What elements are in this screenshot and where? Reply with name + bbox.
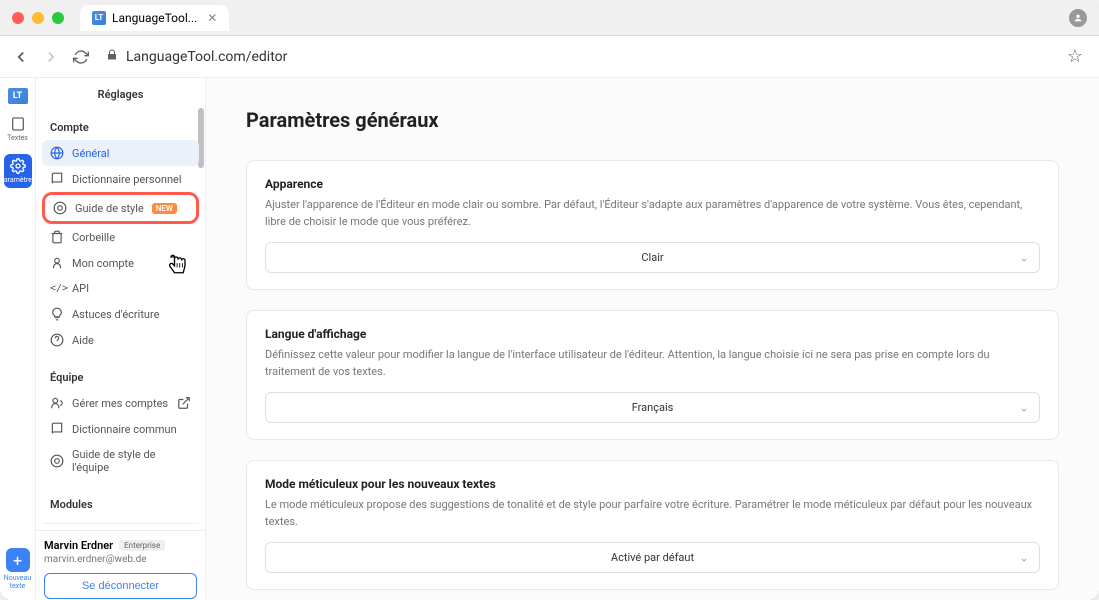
reload-button[interactable] bbox=[72, 48, 90, 66]
sidebar-item-general[interactable]: Général bbox=[42, 140, 199, 166]
sidebar-item-guide-equipe[interactable]: Guide de style de l'équipe bbox=[42, 442, 199, 480]
settings-sidebar: Réglages Compte Général Dictionnaire per… bbox=[36, 78, 206, 600]
sidebar-item-label: Guide de style de l'équipe bbox=[72, 448, 191, 474]
section-compte: Compte bbox=[42, 111, 199, 140]
sidebar-item-dict-commun[interactable]: Dictionnaire commun bbox=[42, 416, 199, 442]
titlebar: LT LanguageTool... ✕ bbox=[0, 0, 1099, 36]
rail-parametres[interactable]: Paramètres bbox=[4, 154, 32, 188]
card-mode-meticuleux: Mode méticuleux pour les nouveaux textes… bbox=[246, 460, 1059, 590]
book-icon bbox=[50, 172, 64, 186]
plan-badge: Enterprise bbox=[119, 540, 165, 551]
sidebar-item-corbeille[interactable]: Corbeille bbox=[42, 224, 199, 250]
minimize-window[interactable] bbox=[32, 12, 44, 24]
main-content: Paramètres généraux Apparence Ajuster l'… bbox=[206, 78, 1099, 600]
user-icon bbox=[50, 256, 64, 270]
close-tab-icon[interactable]: ✕ bbox=[207, 11, 217, 25]
forward-button[interactable] bbox=[42, 48, 60, 66]
sidebar-item-label: API bbox=[72, 282, 89, 295]
sidebar-item-api[interactable]: </> API bbox=[42, 276, 199, 301]
rail-new-text[interactable]: + Nouveau texte bbox=[4, 548, 32, 590]
browser-toolbar: LanguageTool.com/editor ☆ bbox=[0, 36, 1099, 78]
sidebar-item-label: Dictionnaire commun bbox=[72, 423, 177, 436]
logout-button[interactable]: Se déconnecter bbox=[44, 573, 197, 599]
select-mode[interactable]: Activé par défaut bbox=[265, 542, 1040, 573]
sidebar-item-label: Astuces d'écriture bbox=[72, 308, 159, 321]
browser-tab[interactable]: LT LanguageTool... ✕ bbox=[80, 5, 229, 31]
sidebar-header: Réglages bbox=[36, 78, 205, 111]
card-title: Langue d'affichage bbox=[265, 327, 1040, 341]
trash-icon bbox=[50, 230, 64, 244]
sidebar-item-label: Gérer mes comptes bbox=[72, 397, 168, 410]
card-desc: Ajuster l'apparence de l'Éditeur en mode… bbox=[265, 197, 1040, 230]
rail-textes[interactable]: Textes bbox=[4, 116, 32, 142]
section-modules: Modules bbox=[42, 488, 199, 517]
lock-icon bbox=[106, 49, 118, 65]
sidebar-item-mon-compte[interactable]: Mon compte bbox=[42, 250, 199, 276]
sidebar-item-astuces[interactable]: Astuces d'écriture bbox=[42, 301, 199, 327]
sidebar-item-label: Aide bbox=[72, 334, 94, 347]
target-icon bbox=[50, 454, 64, 468]
card-title: Mode méticuleux pour les nouveaux textes bbox=[265, 477, 1040, 491]
sidebar-footer: Marvin Erdner Enterprise marvin.erdner@w… bbox=[36, 530, 205, 600]
sidebar-item-gerer-comptes[interactable]: Gérer mes comptes bbox=[42, 390, 199, 416]
sidebar-item-guide-style[interactable]: Guide de style NEW bbox=[42, 192, 199, 224]
sidebar-item-label: Dictionnaire personnel bbox=[72, 173, 182, 186]
profile-icon[interactable] bbox=[1069, 9, 1087, 27]
globe-icon bbox=[50, 146, 64, 160]
back-button[interactable] bbox=[12, 48, 30, 66]
user-name: Marvin Erdner bbox=[44, 539, 113, 552]
page-title: Paramètres généraux bbox=[246, 108, 1059, 132]
card-title: Apparence bbox=[265, 177, 1040, 191]
close-window[interactable] bbox=[12, 12, 24, 24]
url-text: LanguageTool.com/editor bbox=[126, 49, 287, 65]
card-desc: Le mode méticuleux propose des suggestio… bbox=[265, 497, 1040, 530]
sidebar-item-label: Guide de style bbox=[75, 202, 144, 215]
section-equipe: Équipe bbox=[42, 361, 199, 390]
url-bar[interactable]: LanguageTool.com/editor ☆ bbox=[102, 46, 1087, 67]
app-rail: LT Textes Paramètres + Nouveau texte bbox=[0, 78, 36, 600]
select-langue[interactable]: Français bbox=[265, 392, 1040, 423]
target-icon bbox=[53, 201, 67, 215]
help-icon bbox=[50, 333, 64, 347]
sidebar-item-label: Général bbox=[72, 147, 109, 160]
plus-icon: + bbox=[6, 548, 30, 572]
bookmark-star-icon[interactable]: ☆ bbox=[1067, 46, 1083, 67]
tab-favicon-icon: LT bbox=[92, 11, 106, 25]
sidebar-item-label: Corbeille bbox=[72, 231, 115, 244]
user-email: marvin.erdner@web.de bbox=[44, 554, 197, 565]
lightbulb-icon bbox=[50, 307, 64, 321]
card-langue: Langue d'affichage Définissez cette vale… bbox=[246, 310, 1059, 440]
book-icon bbox=[50, 422, 64, 436]
sidebar-item-dict-perso[interactable]: Dictionnaire personnel bbox=[42, 166, 199, 192]
maximize-window[interactable] bbox=[52, 12, 64, 24]
card-apparence: Apparence Ajuster l'apparence de l'Édite… bbox=[246, 160, 1059, 290]
external-link-icon bbox=[177, 396, 191, 410]
app-logo-icon[interactable]: LT bbox=[8, 88, 28, 104]
users-icon bbox=[50, 396, 64, 410]
sidebar-item-label: Mon compte bbox=[72, 257, 134, 270]
select-apparence[interactable]: Clair bbox=[265, 242, 1040, 273]
new-badge: NEW bbox=[152, 203, 177, 214]
code-icon: </> bbox=[50, 283, 64, 294]
tab-title: LanguageTool... bbox=[112, 11, 197, 25]
card-desc: Définissez cette valeur pour modifier la… bbox=[265, 347, 1040, 380]
sidebar-item-aide[interactable]: Aide bbox=[42, 327, 199, 353]
